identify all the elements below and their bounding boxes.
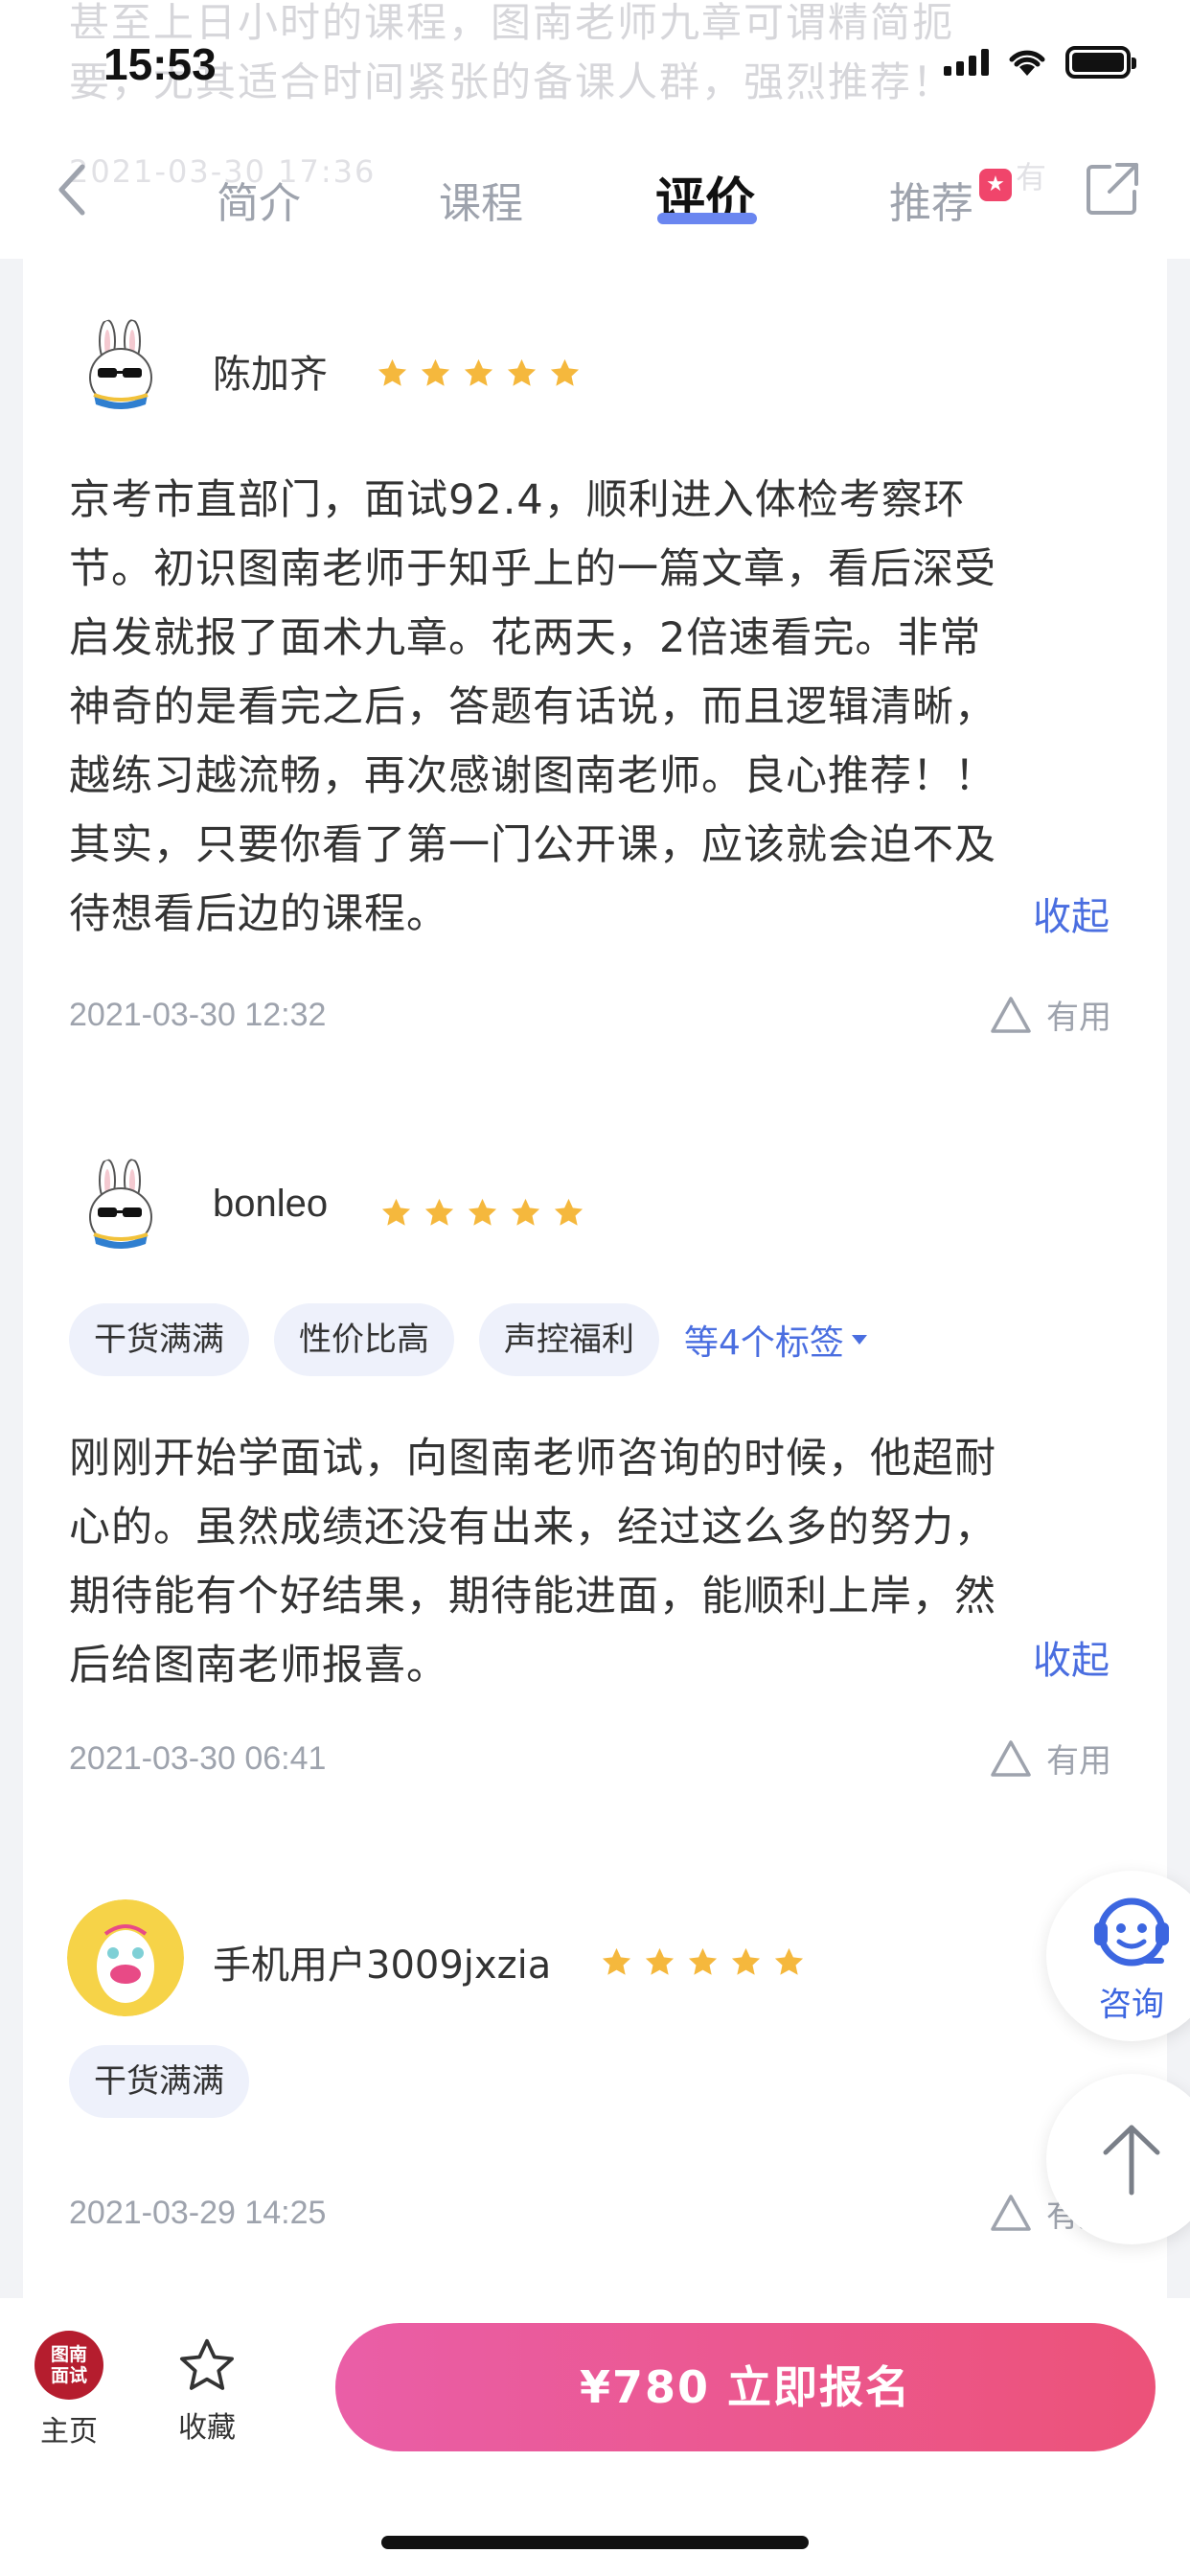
star-icon [421,358,450,386]
customer-service-icon [1094,1898,1169,1966]
collapse-link[interactable]: 收起 [1033,1629,1110,1685]
arrow-up-icon [1103,2125,1160,2196]
reviews-list: 陈加齐 京考市直部门，面试92.4，顺利进入体检考察环 节。初识图南老师于知乎上… [23,259,1167,2298]
recommend-badge-icon: ★ [979,169,1012,201]
review-text: 刚刚开始学面试，向图南老师咨询的时候，他超耐 心的。虽然成绩还没有出来，经过这么… [69,1424,1123,1700]
tag-list: 干货满满 性价比高 声控福利 等4个标签 [69,1303,869,1376]
wifi-icon [1009,50,1045,76]
useful-button[interactable]: 有用 [989,991,1111,1038]
share-icon[interactable] [1085,161,1140,217]
consult-label: 咨询 [1099,1986,1164,2024]
bottom-action-bar: 图南 面试 主页 收藏 ¥780 立即报名 [0,2298,1190,2576]
caret-down-icon [851,1335,867,1345]
star-icon [774,1947,804,1975]
more-tags-button[interactable]: 等4个标签 [684,1315,869,1365]
review-text-line: 后给图南老师报喜。 [69,1642,448,1690]
review-text-line: 心的。虽然成绩还没有出来，经过这么多的努力， [69,1504,996,1552]
star-icon [464,358,493,386]
brand-logo-line: 面试 [50,2365,87,2386]
review-text-line: 启发就报了面术九章。花两天，2倍速看完。非常 [69,614,982,662]
home-button[interactable]: 图南 面试 主页 [29,2331,109,2450]
star-icon [424,1198,454,1226]
review-text-line: 京考市直部门，面试92.4，顺利进入体检考察环 [69,476,966,524]
star-icon [507,358,537,386]
rabbit-avatar-icon [73,1158,169,1254]
review-text-line: 神奇的是看完之后，答题有话说，而且逻辑清晰， [69,683,996,731]
star-icon [468,1198,497,1226]
tab-course[interactable]: 课程 [439,169,523,230]
status-icons [944,46,1136,79]
useful-label: 有用 [1046,999,1111,1037]
brand-logo: 图南 面试 [34,2331,103,2400]
review-text-line: 越练习越流畅，再次感谢图南老师。良心推荐！！ [69,752,996,800]
rabbit-avatar-icon [73,318,169,414]
tab-recommend[interactable]: 推荐 [889,169,973,230]
username: 手机用户3009jxzia [213,1944,552,1988]
top-header: 甚至上日小时的课程，图南老师九章可谓精简扼 要，尤其适合时间紧张的备课人群，强烈… [0,0,1190,259]
star-icon [731,1947,761,1975]
tab-intro[interactable]: 简介 [217,169,301,230]
tag-list: 干货满满 [69,2045,249,2118]
tag[interactable]: 声控福利 [479,1303,659,1376]
active-tab-indicator [657,213,757,224]
star-outline-icon [180,2338,234,2390]
star-icon [602,1947,631,1975]
star-icon [381,1198,411,1226]
tag[interactable]: 干货满满 [69,1303,249,1376]
username: bonleo [213,1183,329,1225]
useful-label: 有用 [1046,1742,1111,1781]
review-date: 2021-03-30 06:41 [69,1740,327,1777]
star-icon [554,1198,584,1226]
triangle-icon [991,1739,1031,1777]
rating-stars [376,356,582,390]
tag[interactable]: 干货满满 [69,2045,249,2118]
status-time: 15:53 [103,39,217,89]
review-date: 2021-03-29 14:25 [69,2195,327,2231]
battery-icon [1065,46,1136,79]
cartoon-avatar-icon [67,1899,184,2016]
username: 陈加齐 [213,353,328,397]
home-label: 主页 [40,2415,98,2449]
review-text-line: 其实，只要你看了第一门公开课，应该就会迫不及 [69,821,996,869]
avatar[interactable] [73,318,169,414]
review-text-line: 期待能有个好结果，期待能进面，能顺利上岸，然 [69,1573,996,1621]
rating-stars [379,1196,585,1230]
rating-stars [600,1945,806,1979]
review-text-line: 节。初识图南老师于知乎上的一篇文章，看后深受 [69,545,996,593]
more-tags-label: 等4个标签 [684,1323,844,1363]
enroll-button[interactable]: ¥780 立即报名 [335,2323,1156,2451]
useful-button[interactable]: 有用 [989,1735,1111,1782]
favorite-label: 收藏 [178,2411,236,2445]
favorite-button[interactable]: 收藏 [171,2334,243,2446]
star-icon [378,358,407,386]
brand-logo-line: 图南 [50,2344,87,2365]
review-date: 2021-03-30 12:32 [69,997,327,1033]
star-icon [511,1198,540,1226]
star-icon [645,1947,675,1975]
triangle-icon [991,2194,1031,2231]
review-text-line: 待想看后边的课程。 [69,890,448,938]
collapse-link[interactable]: 收起 [1033,886,1110,941]
tag[interactable]: 性价比高 [274,1303,454,1376]
star-icon [550,358,580,386]
signal-icon [944,49,989,76]
avatar[interactable] [73,1158,169,1254]
review-text: 京考市直部门，面试92.4，顺利进入体检考察环 节。初识图南老师于知乎上的一篇文… [69,466,1123,949]
review-text-line: 刚刚开始学面试，向图南老师咨询的时候，他超耐 [69,1435,996,1483]
home-indicator [381,2536,809,2549]
triangle-icon [991,996,1031,1033]
avatar[interactable] [67,1899,184,2016]
star-icon [688,1947,718,1975]
